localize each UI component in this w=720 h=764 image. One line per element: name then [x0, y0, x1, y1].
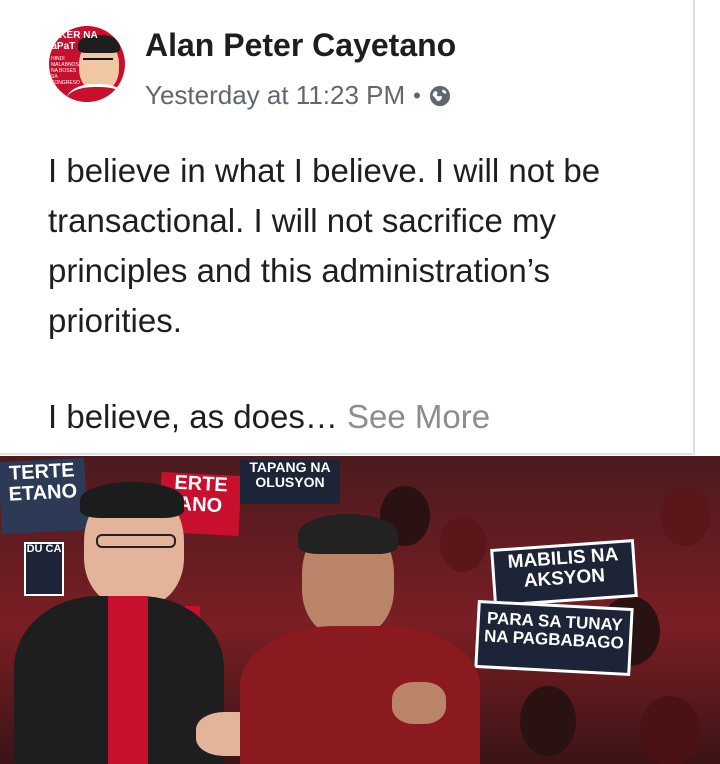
meta-separator: •	[413, 82, 421, 108]
campaign-sign: TERTE ETANO	[0, 457, 88, 535]
person-right-hair	[298, 514, 398, 554]
campaign-sign: PARA SA TUNAY NA PAGBABAGO	[474, 599, 634, 677]
person-right-fist	[392, 682, 446, 724]
post-preview-text: I believe, as does…	[48, 398, 338, 435]
author-name[interactable]: Alan Peter Cayetano	[145, 27, 456, 64]
avatar-glasses	[83, 58, 113, 66]
post-body: I believe in what I believe. I will not …	[48, 146, 688, 346]
campaign-sign: DU CA	[24, 542, 64, 596]
avatar-badge-text: LAKER NA TaPaT	[49, 30, 98, 52]
crowd-figure	[440, 516, 486, 572]
post-meta: Yesterday at 11:23 PM •	[145, 80, 451, 111]
crowd-figure	[520, 686, 576, 756]
campaign-sign: TAPANG NA OLUSYON	[240, 460, 340, 504]
post-preview-line: I believe, as does… See More	[48, 392, 490, 442]
crowd-figure	[640, 696, 700, 764]
avatar-small-text: HINDI MALABNOS NA BOSES SA KONGRESO	[51, 56, 80, 86]
person-left-hair	[80, 482, 184, 518]
post-card: LAKER NA TaPaT HINDI MALABNOS NA BOSES S…	[0, 0, 695, 455]
see-more-link[interactable]: See More	[347, 398, 490, 435]
post-photo[interactable]: TERTE ETANO ERTE ANO TAPANG NA OLUSYON M…	[0, 456, 720, 764]
crowd-figure	[660, 486, 710, 546]
campaign-sign: MABILIS NA AKSYON	[490, 539, 638, 607]
avatar-shirt	[67, 84, 125, 102]
post-body-paragraph: I believe in what I believe. I will not …	[48, 152, 601, 339]
globe-icon	[429, 85, 450, 106]
eyeglasses-icon	[96, 534, 176, 548]
author-avatar[interactable]: LAKER NA TaPaT HINDI MALABNOS NA BOSES S…	[49, 26, 125, 102]
post-timestamp[interactable]: Yesterday at 11:23 PM	[145, 80, 405, 111]
person-left-shirt	[108, 596, 148, 764]
